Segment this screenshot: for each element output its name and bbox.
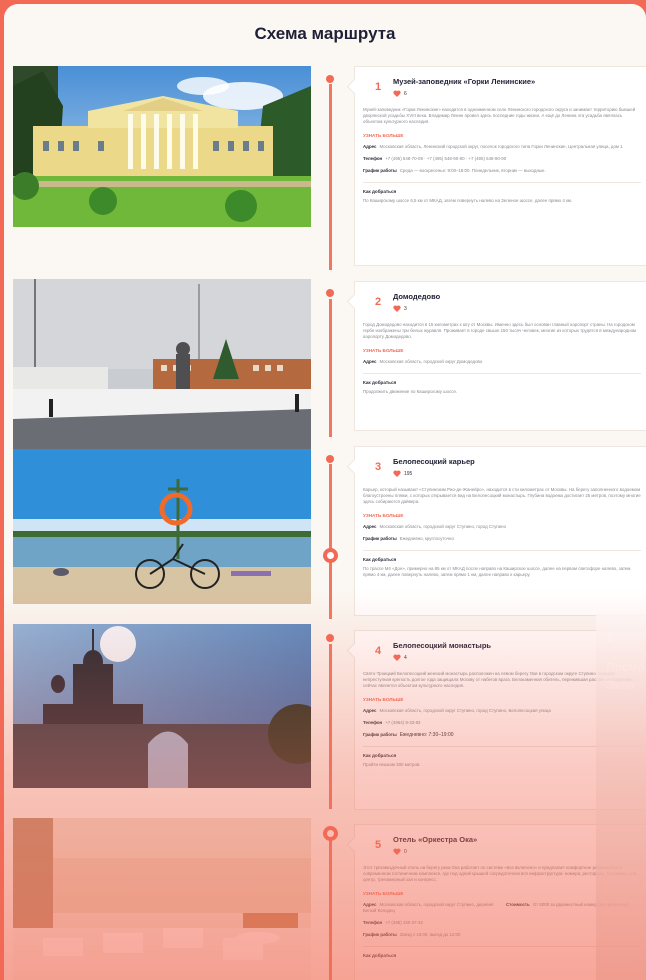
stop-card-3: 3 Белопесоцкий карьер 195 Карьер, которы… bbox=[354, 446, 646, 616]
likes-count: 6 bbox=[404, 90, 407, 97]
stop-description: Карьер, который называют «Ступинским Рио… bbox=[363, 487, 641, 504]
ghost-number: 1 bbox=[606, 630, 613, 644]
page-title: Схема маршрута bbox=[254, 24, 396, 43]
stop-description: Город Домодедово находится в 15 километр… bbox=[363, 322, 637, 339]
divider bbox=[363, 182, 641, 183]
how-to-get-text: По Каширскому шоссе 6,5 км от МКАД, зате… bbox=[363, 198, 573, 203]
how-to-get-text: Продолжить движение по Каширскому шоссе. bbox=[363, 389, 458, 394]
stop-title[interactable]: Белопесоцкий карьер bbox=[393, 457, 475, 466]
photo-karier[interactable] bbox=[13, 449, 311, 604]
likes-count: 0 bbox=[404, 848, 407, 855]
heart-icon bbox=[393, 305, 401, 312]
timeline-line bbox=[329, 84, 332, 270]
ghost-word: Посмо bbox=[606, 660, 645, 674]
hours-row: График работы Ежедневно, круглосуточно bbox=[363, 536, 454, 541]
phone-row: Телефон +7 (495) 548-70-09 · +7 (495) 548… bbox=[363, 156, 507, 161]
how-to-get-text: По трассе М4 «Дон», примерно на 85 км от… bbox=[363, 566, 631, 577]
stop-number: 2 bbox=[374, 296, 382, 308]
likes-count: 4 bbox=[404, 654, 407, 661]
stop-number: 4 bbox=[374, 645, 382, 657]
route-page: Схема маршрута 1 Музей-заповедник «Горки… bbox=[4, 4, 646, 980]
address-row: Адрес Московская область, Ленинский город… bbox=[363, 144, 623, 149]
likes-count: 3 bbox=[404, 305, 407, 312]
photo-otel[interactable] bbox=[13, 818, 311, 980]
divider bbox=[363, 373, 641, 374]
timeline-line bbox=[329, 299, 332, 437]
hours-row: График работы Среда — воскресенье: 9:00–1… bbox=[363, 168, 546, 173]
stop-title[interactable]: Домодедово bbox=[393, 292, 440, 301]
how-to-get-label: Как добраться bbox=[363, 380, 397, 385]
photo-domodedovo[interactable] bbox=[13, 279, 311, 449]
heart-icon bbox=[393, 90, 401, 97]
stop-title[interactable]: Отель «Оркестра Ока» bbox=[393, 835, 477, 844]
timeline-dot bbox=[326, 634, 334, 642]
timeline-dot-active bbox=[323, 548, 338, 563]
stop-card-2: 2 Домодедово 3 Город Домодедово находитс… bbox=[354, 281, 646, 431]
likes[interactable]: 0 bbox=[393, 848, 477, 855]
stop-number: 3 bbox=[374, 461, 382, 473]
address-row: Адрес Московская область, городской округ… bbox=[363, 359, 483, 364]
more-link[interactable]: УЗНАТЬ БОЛЬШЕ bbox=[363, 348, 641, 353]
timeline-dot bbox=[326, 455, 334, 463]
timeline-line bbox=[329, 838, 332, 980]
timeline-dot bbox=[326, 289, 334, 297]
likes[interactable]: 195 bbox=[393, 470, 475, 477]
heart-icon bbox=[393, 848, 401, 855]
heart-icon bbox=[393, 470, 401, 477]
stop-description: Музей-заповедник «Горки Ленинские» наход… bbox=[363, 107, 636, 124]
timeline-dot bbox=[326, 75, 334, 83]
likes[interactable]: 3 bbox=[393, 305, 440, 312]
timeline-line bbox=[329, 464, 332, 619]
divider bbox=[363, 550, 641, 551]
address-row: Адрес Московская область, городской округ… bbox=[363, 902, 494, 913]
how-to-get-label: Как добраться bbox=[363, 557, 397, 562]
heart-icon bbox=[393, 654, 401, 661]
stop-title[interactable]: Белопесоцкий монастырь bbox=[393, 641, 491, 650]
address-row: Адрес Московская область, городской округ… bbox=[363, 524, 507, 529]
photo-monastyr[interactable] bbox=[13, 624, 311, 788]
more-link[interactable]: УЗНАТЬ БОЛЬШЕ bbox=[363, 133, 641, 138]
photo-gorki[interactable] bbox=[13, 66, 311, 227]
more-link[interactable]: УЗНАТЬ БОЛЬШЕ bbox=[363, 513, 641, 518]
ghost-word: Эксп bbox=[606, 678, 635, 692]
likes[interactable]: 6 bbox=[393, 90, 535, 97]
timeline-dot-active bbox=[323, 826, 338, 841]
timeline-line bbox=[329, 644, 332, 809]
ghost-panel bbox=[596, 598, 646, 980]
stop-title[interactable]: Музей-заповедник «Горки Ленинские» bbox=[393, 77, 535, 86]
stop-card-1: 1 Музей-заповедник «Горки Ленинские» 6 М… bbox=[354, 66, 646, 266]
stop-number: 1 bbox=[374, 81, 382, 93]
likes[interactable]: 4 bbox=[393, 654, 491, 661]
likes-count: 195 bbox=[404, 470, 413, 477]
stop-number: 5 bbox=[374, 839, 382, 851]
how-to-get-label: Как добраться bbox=[363, 189, 397, 194]
